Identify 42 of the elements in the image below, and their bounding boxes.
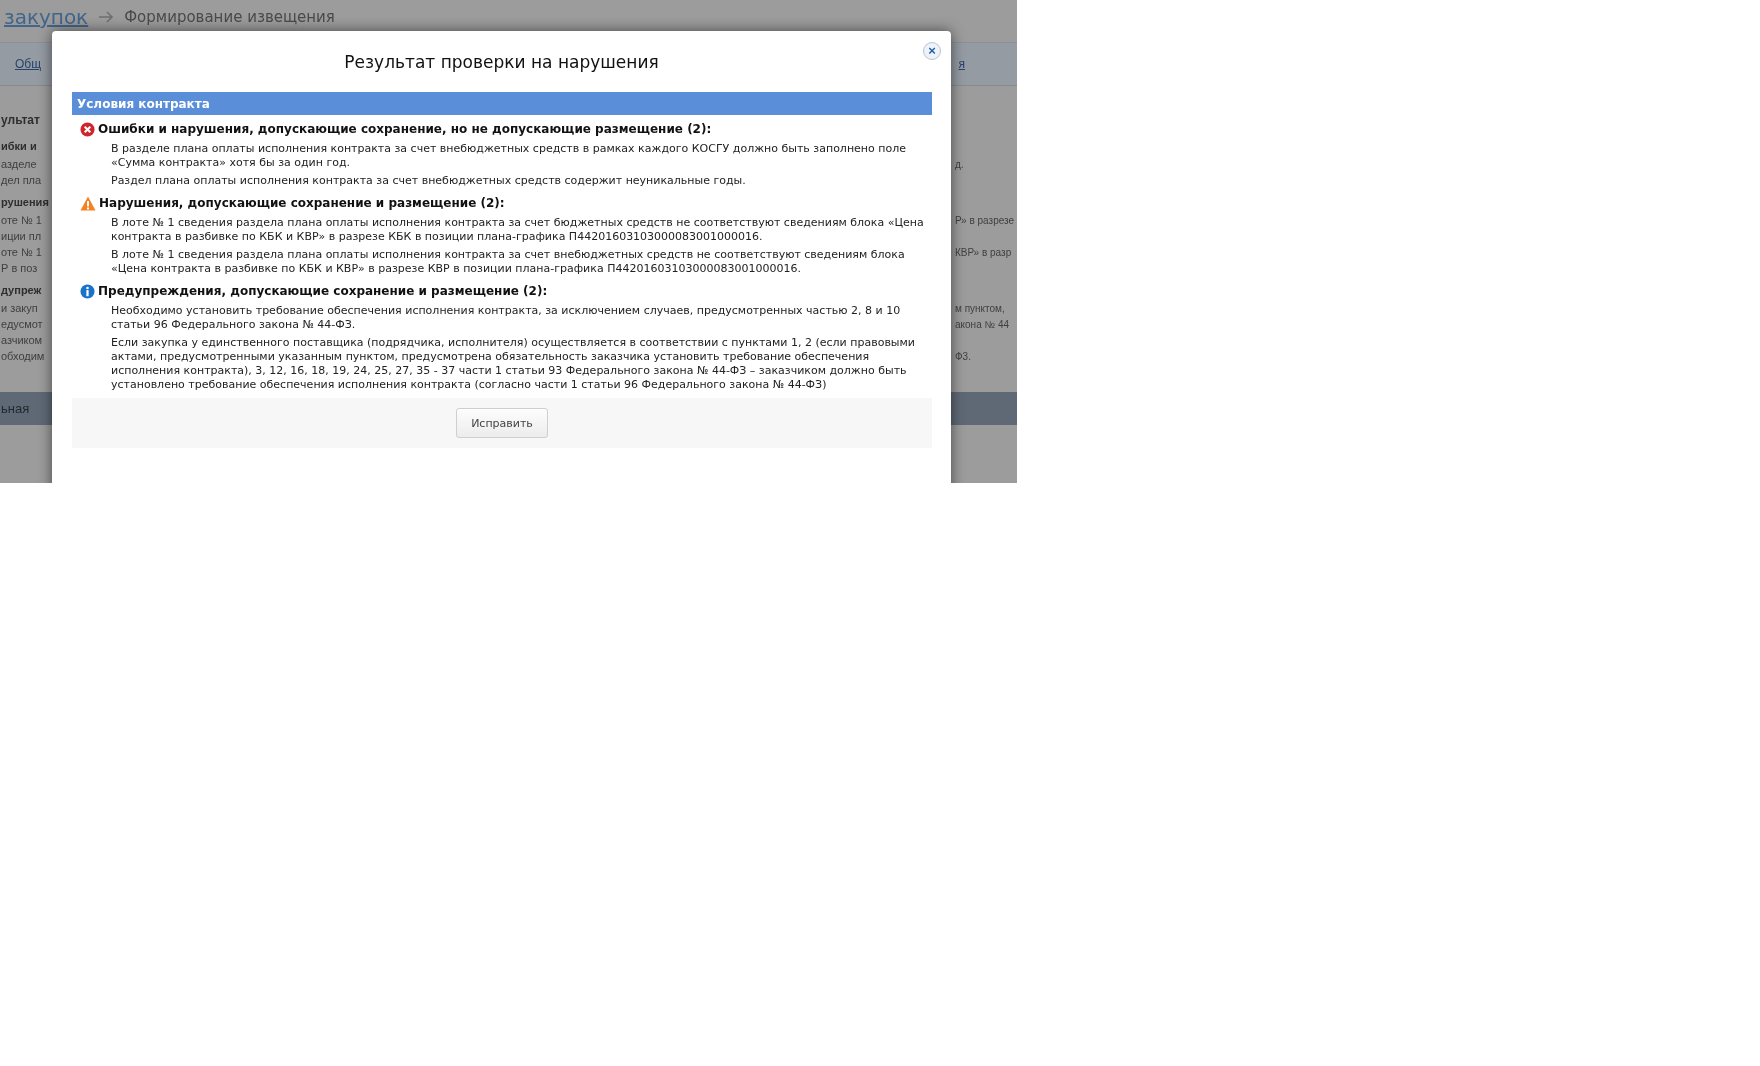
text-fragment: Р в поз bbox=[1, 262, 38, 274]
text-fragment: м пунктом, bbox=[955, 302, 1006, 314]
heading-fragment: рушения bbox=[1, 196, 49, 208]
arrow-icon bbox=[98, 11, 115, 23]
section-heading: Ошибки и нарушения, допускающие сохранение, но не допускающие размещение (2): bbox=[98, 122, 712, 136]
section-heading: Предупреждения, допускающие сохранение и размещение (2): bbox=[98, 284, 548, 298]
heading-fragment: ультат bbox=[1, 113, 40, 127]
message-text: Раздел плана оплаты исполнения контракта за счет внебюджетных средств содержит неуникальные годы. bbox=[111, 174, 747, 188]
text-fragment: едусмот bbox=[1, 318, 43, 330]
text-fragment: оте № 1 bbox=[1, 214, 42, 226]
page-title: Формирование извещения bbox=[124, 8, 335, 26]
text-fragment: азчиком bbox=[1, 334, 43, 346]
fix-button[interactable]: Исправить bbox=[456, 408, 548, 438]
warning-icon bbox=[80, 195, 96, 211]
text-fragment: оте № 1 bbox=[1, 246, 42, 258]
text-fragment: д. bbox=[955, 158, 965, 170]
text-fragment: обходим bbox=[1, 350, 45, 362]
message-text: Если закупка у единственного поставщика (подрядчика, исполнителя) осуществляется в соответствии с пунктами 1, 2 (если правовыми актами, предусмотренными указанным пунктом, предусмотрена обязательность заказчика установить требование обеспечения исполнения контракта), 3, 12, 16, 18, 19, 24, 25, 27, 35 - 37 части 1 статьи 93 Федерального закона № 44-ФЗ – заказчиком должно быть установлено требование обеспечения исполнения контракта (согласно части 1 статьи 96 Федерального закона № 44-ФЗ) bbox=[111, 336, 916, 392]
text-fragment: и закуп bbox=[1, 302, 38, 314]
tab-link[interactable]: Общ bbox=[15, 57, 42, 71]
heading-fragment: дупреж bbox=[1, 284, 42, 296]
close-button[interactable]: × bbox=[923, 42, 941, 60]
message-text: Необходимо установить требование обеспечения исполнения контракта, за исключением случаев, предусмотренных частью 2, 8 и 10 статьи 96 Федерального закона № 44-ФЗ. bbox=[111, 304, 902, 332]
section-heading: Нарушения, допускающие сохранение и размещение (2): bbox=[99, 196, 505, 210]
message-text: В разделе плана оплаты исполнения контракта за счет внебюджетных средств в рамках каждого КОСГУ должно быть заполнено поле «Сумма контракта» хотя бы за один год. bbox=[111, 142, 907, 170]
text-fragment: азделе bbox=[1, 158, 37, 170]
text-fragment: акона № 44 bbox=[955, 318, 1011, 330]
group-header: Условия контракта bbox=[72, 92, 932, 115]
text-fragment: дел пла bbox=[1, 174, 42, 186]
dialog-title: Результат проверки на нарушения bbox=[343, 52, 660, 74]
tab-link[interactable]: я bbox=[958, 57, 965, 71]
info-icon bbox=[80, 283, 95, 299]
text-fragment: Ф3. bbox=[955, 350, 972, 362]
breadcrumb-link[interactable]: закупок bbox=[4, 5, 89, 29]
text-fragment: КВР» в разр bbox=[955, 246, 1013, 258]
heading-fragment: ибки и bbox=[1, 140, 37, 152]
error-icon bbox=[80, 121, 95, 137]
section-title: ьная bbox=[1, 401, 30, 416]
text-fragment: Р» в разрезе bbox=[955, 214, 1016, 226]
text-fragment: иции пл bbox=[1, 230, 42, 242]
message-text: В лоте № 1 сведения раздела плана оплаты исполнения контракта за счет бюджетных средств не соответствуют сведениям блока «Цена контракта в разбивке по КБК и КВР» в разрезе КБК в позиции плана-графика П44201603103000083001000016. bbox=[111, 216, 925, 244]
message-text: В лоте № 1 сведения раздела плана оплаты исполнения контракта за счет внебюджетных средств не соответствуют сведениям блока «Цена контракта в разбивке по КБК и КВР» в разрезе КВР в позиции плана-графика П44201603103000083001000016. bbox=[111, 248, 906, 276]
